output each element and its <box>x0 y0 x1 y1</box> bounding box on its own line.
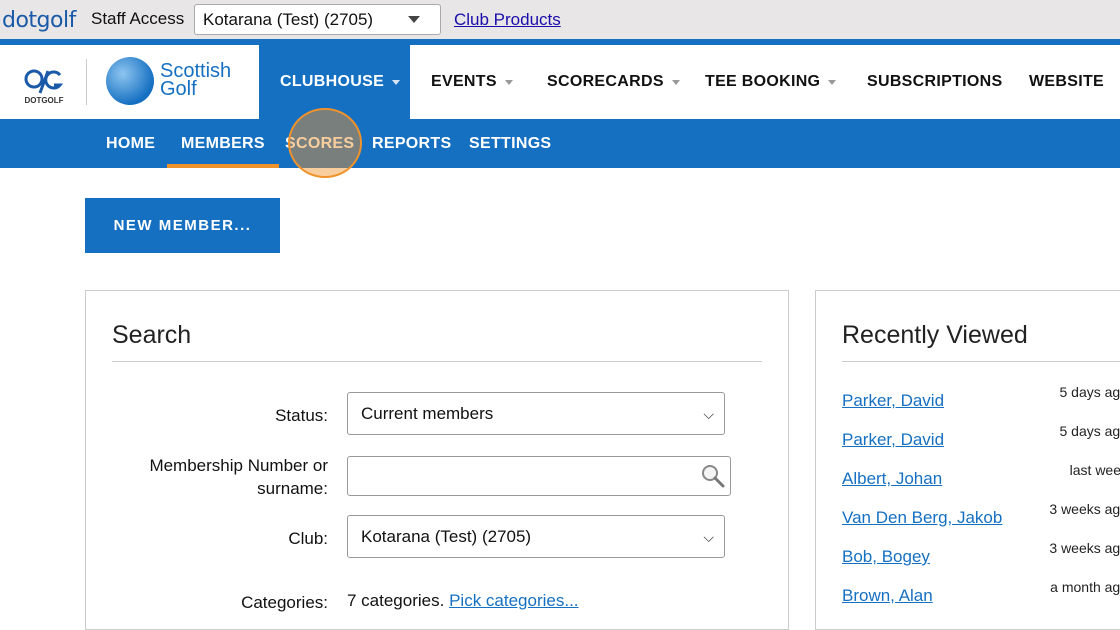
subnav-members[interactable]: MEMBERS <box>181 119 265 168</box>
recently-viewed-member-link[interactable]: Brown, Alan <box>842 586 933 606</box>
caret-down-icon <box>408 16 420 23</box>
caret-down-icon <box>828 80 836 85</box>
staff-bar: dotgolf Staff Access Kotarana (Test) (27… <box>0 0 1120 39</box>
recently-viewed-time: 3 weeks ago <box>1049 540 1120 556</box>
club-products-link[interactable]: Club Products <box>454 10 561 30</box>
club-select-value: Kotarana (Test) (2705) <box>361 527 531 546</box>
staff-club-select-value: Kotarana (Test) (2705) <box>203 10 373 29</box>
pick-categories-link[interactable]: Pick categories... <box>449 591 578 610</box>
scottish-golf-line2: Golf <box>160 80 231 98</box>
staff-access-label: Staff Access <box>91 9 184 29</box>
nav-subscriptions[interactable]: SUBSCRIPTIONS <box>867 45 1002 119</box>
subnav-members-label: MEMBERS <box>181 135 265 153</box>
search-title: Search <box>112 321 191 350</box>
search-panel: Search Status: Current members ⌵ Members… <box>85 290 789 630</box>
dotgolf-brand-text: DOTGOLF <box>24 96 63 105</box>
recently-viewed-time: last week <box>1070 462 1120 478</box>
nav-tee-booking-label: TEE BOOKING <box>705 73 820 91</box>
recently-viewed-divider <box>842 361 1120 362</box>
recently-viewed-member-link[interactable]: Bob, Bogey <box>842 547 930 567</box>
nav-website-label: WEBSITE <box>1029 73 1104 91</box>
recently-viewed-member-link[interactable]: Parker, David <box>842 391 944 411</box>
status-select[interactable]: Current members ⌵ <box>347 392 725 435</box>
nav-clubhouse-label: CLUBHOUSE <box>280 73 384 91</box>
recently-viewed-item: Parker, David5 days ago <box>842 430 1120 454</box>
dotgolf-logo[interactable]: dotgolf <box>2 2 76 38</box>
subnav-home[interactable]: HOME <box>106 119 155 168</box>
scottish-golf-logo[interactable]: Scottish Golf <box>106 57 236 107</box>
main-nav: DOTGOLF Scottish Golf CLUBHOUSE EVENTS S… <box>0 45 1120 119</box>
caret-down-icon <box>392 80 400 85</box>
recently-viewed-time: 5 days ago <box>1060 384 1120 400</box>
subnav-scores[interactable]: SCORES <box>285 119 354 168</box>
status-select-value: Current members <box>361 404 493 423</box>
nav-events[interactable]: EVENTS <box>431 45 513 119</box>
search-icon[interactable] <box>700 463 726 489</box>
golf-ball-icon <box>106 57 154 105</box>
scottish-golf-text: Scottish Golf <box>160 62 231 98</box>
categories-summary: 7 categories. Pick categories... <box>347 591 579 611</box>
recently-viewed-member-link[interactable]: Parker, David <box>842 430 944 450</box>
new-member-button[interactable]: NEW MEMBER... <box>85 198 280 253</box>
chevron-down-icon: ⌵ <box>703 406 714 423</box>
recently-viewed-time: a month ago <box>1050 579 1120 595</box>
nav-scorecards-label: SCORECARDS <box>547 73 664 91</box>
nav-scorecards[interactable]: SCORECARDS <box>547 45 680 119</box>
recently-viewed-time: 3 weeks ago <box>1049 501 1120 517</box>
recently-viewed-item: Bob, Bogey3 weeks ago <box>842 547 1120 571</box>
categories-label: Categories: <box>126 591 328 614</box>
subnav-scores-label: SCORES <box>285 135 354 153</box>
nav-clubhouse[interactable]: CLUBHOUSE <box>259 45 410 119</box>
subnav-settings[interactable]: SETTINGS <box>469 119 551 168</box>
nav-subscriptions-label: SUBSCRIPTIONS <box>867 73 1002 91</box>
recently-viewed-panel: Recently Viewed Parker, David5 days agoP… <box>815 290 1120 630</box>
nav-tee-booking[interactable]: TEE BOOKING <box>705 45 836 119</box>
recently-viewed-time: 5 days ago <box>1060 423 1120 439</box>
status-label: Status: <box>126 404 328 427</box>
club-select[interactable]: Kotarana (Test) (2705) ⌵ <box>347 515 725 558</box>
dotgolf-mark-icon: DOTGOLF <box>20 59 68 107</box>
sub-nav: HOME MEMBERS SCORES REPORTS SETTINGS <box>0 119 1120 168</box>
recently-viewed-member-link[interactable]: Albert, Johan <box>842 469 942 489</box>
staff-club-select[interactable]: Kotarana (Test) (2705) <box>194 4 441 35</box>
recently-viewed-title: Recently Viewed <box>842 321 1028 350</box>
recently-viewed-member-link[interactable]: Van Den Berg, Jakob <box>842 508 1002 528</box>
dotgolf-brand-logo[interactable]: DOTGOLF <box>20 59 68 107</box>
search-divider <box>112 361 762 362</box>
brand-divider <box>86 59 87 105</box>
nav-website[interactable]: WEBSITE <box>1029 45 1104 119</box>
caret-down-icon <box>672 80 680 85</box>
subnav-settings-label: SETTINGS <box>469 135 551 153</box>
caret-down-icon <box>505 80 513 85</box>
subnav-reports[interactable]: REPORTS <box>372 119 451 168</box>
recently-viewed-item: Van Den Berg, Jakob3 weeks ago <box>842 508 1120 532</box>
recently-viewed-item: Albert, Johanlast week <box>842 469 1120 493</box>
club-label: Club: <box>126 527 328 550</box>
subnav-reports-label: REPORTS <box>372 135 451 153</box>
chevron-down-icon: ⌵ <box>703 529 714 546</box>
membership-search-input[interactable] <box>347 456 731 496</box>
membership-label: Membership Number or surname: <box>126 454 328 500</box>
categories-count: 7 categories. <box>347 591 444 610</box>
recently-viewed-item: Brown, Alana month ago <box>842 586 1120 610</box>
subnav-home-label: HOME <box>106 135 155 153</box>
recently-viewed-item: Parker, David5 days ago <box>842 391 1120 415</box>
nav-events-label: EVENTS <box>431 73 497 91</box>
